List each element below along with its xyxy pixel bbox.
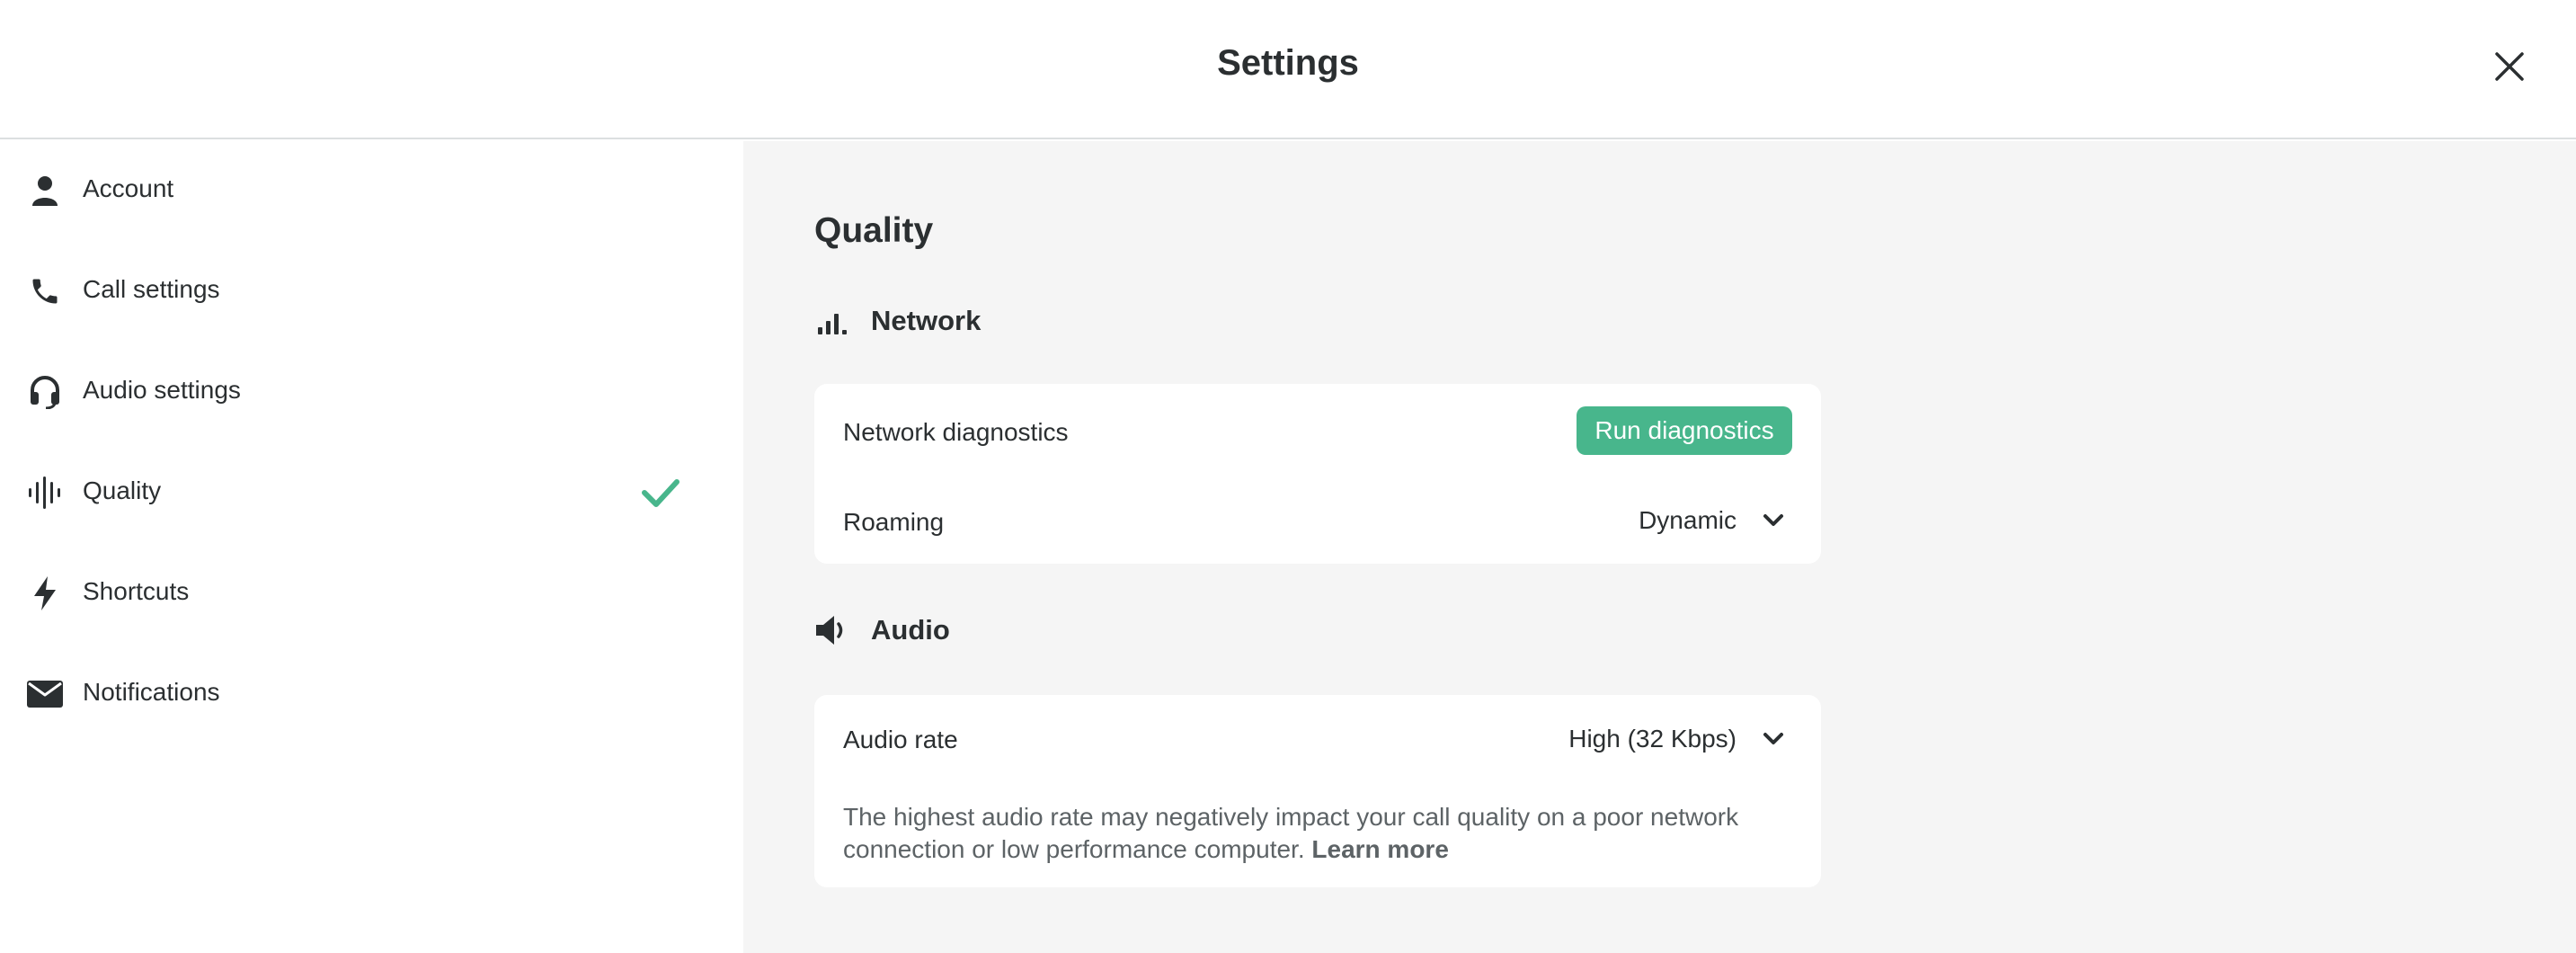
sidebar: Account Call settings Audio settings Qua…: [0, 141, 743, 953]
lightning-icon: [25, 574, 65, 612]
learn-more-link[interactable]: Learn more: [1311, 835, 1449, 863]
sidebar-item-notifications[interactable]: Notifications: [0, 649, 743, 739]
sidebar-item-audio-settings[interactable]: Audio settings: [0, 347, 743, 437]
network-heading-label: Network: [871, 305, 982, 336]
sidebar-item-label: Call settings: [83, 275, 220, 303]
sidebar-item-label: Account: [83, 174, 174, 202]
network-card: Network diagnostics Run diagnostics Roam…: [814, 384, 1821, 564]
close-button[interactable]: [2488, 45, 2531, 88]
roaming-select[interactable]: Dynamic: [1639, 499, 1785, 542]
signal-bars-icon: [814, 303, 850, 339]
audio-card: Audio rate High (32 Kbps) The highest au…: [814, 695, 1821, 887]
sidebar-item-label: Audio settings: [83, 376, 241, 404]
audio-rate-description: The highest audio rate may negatively im…: [843, 801, 1796, 866]
sidebar-item-account[interactable]: Account: [0, 146, 743, 236]
section-title: Quality: [814, 211, 934, 250]
audio-heading-label: Audio: [871, 614, 950, 646]
audio-rate-select[interactable]: High (32 Kbps): [1568, 717, 1785, 761]
sidebar-item-label: Notifications: [83, 678, 220, 706]
sidebar-item-label: Quality: [83, 476, 162, 504]
audio-rate-select-value: High (32 Kbps): [1568, 725, 1737, 753]
settings-header: Settings: [0, 0, 2576, 139]
sidebar-item-call-settings[interactable]: Call settings: [0, 246, 743, 336]
envelope-icon: [25, 675, 65, 713]
person-icon: [25, 172, 65, 209]
headset-icon: [25, 373, 65, 411]
settings-content: Quality Network Network diagnostics Run …: [743, 141, 2576, 953]
audio-rate-description-text: The highest audio rate may negatively im…: [843, 803, 1739, 863]
network-diagnostics-label: Network diagnostics: [843, 418, 1069, 446]
sidebar-item-shortcuts[interactable]: Shortcuts: [0, 548, 743, 638]
chevron-down-icon: [1762, 509, 1785, 532]
page-title: Settings: [1217, 43, 1359, 83]
run-diagnostics-button[interactable]: Run diagnostics: [1577, 406, 1792, 455]
phone-icon: [25, 272, 65, 310]
sidebar-item-quality[interactable]: Quality: [0, 448, 743, 538]
roaming-label: Roaming: [843, 508, 945, 536]
audio-rate-label: Audio rate: [843, 726, 958, 753]
checkmark-icon: [640, 475, 681, 511]
waveform-icon: [25, 474, 65, 512]
roaming-select-value: Dynamic: [1639, 506, 1737, 534]
sidebar-item-label: Shortcuts: [83, 577, 190, 605]
chevron-down-icon: [1762, 727, 1785, 751]
speaker-icon: [814, 612, 850, 648]
close-icon: [2495, 52, 2524, 81]
